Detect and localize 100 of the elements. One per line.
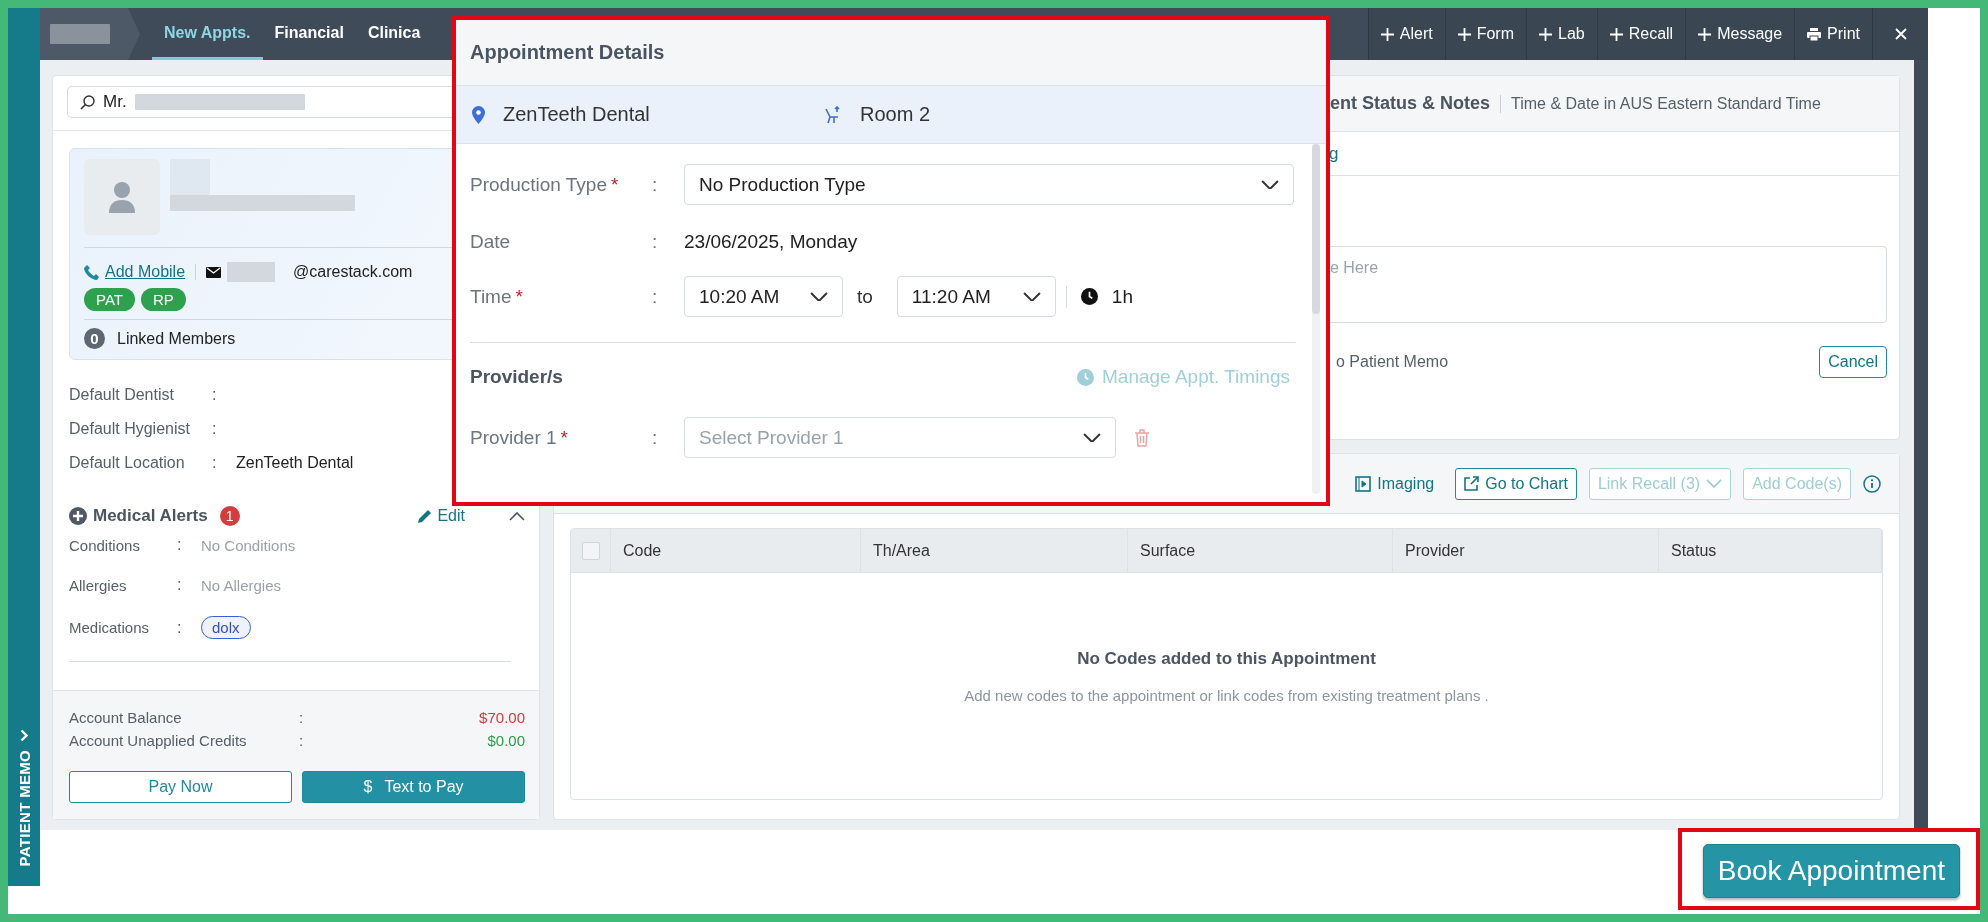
separator-colon: : — [212, 420, 218, 438]
add-mobile-link[interactable]: Add Mobile — [105, 263, 186, 281]
end-time-dropdown[interactable]: 11:20 AM — [896, 276, 1056, 317]
close-icon — [1894, 28, 1907, 40]
chevron-down-icon — [1261, 179, 1279, 190]
scrollbar[interactable] — [1312, 144, 1320, 494]
mail-icon — [206, 266, 222, 278]
field-value: No Allergies — [201, 576, 282, 594]
delete-button[interactable] — [1134, 428, 1150, 447]
phone-icon — [84, 264, 99, 280]
chevron-down-icon — [1083, 432, 1101, 443]
nav-tab[interactable]: Financial — [262, 8, 356, 60]
count-badge: 0 — [84, 328, 105, 349]
pay-now-button[interactable]: Pay Now — [69, 771, 292, 803]
separator-colon: : — [177, 576, 183, 594]
collapse-toggle[interactable] — [509, 511, 525, 521]
amount-value: $70.00 — [479, 709, 525, 726]
separator-colon: : — [652, 231, 659, 253]
panel-title: Appointment Details — [456, 20, 1326, 86]
imaging-link[interactable]: Imaging — [1346, 467, 1444, 500]
field-label: Provider 1 — [470, 426, 557, 449]
add-button[interactable]: Recall — [1596, 8, 1686, 60]
column-header: Surface — [1128, 529, 1393, 572]
add-button[interactable]: Message — [1685, 8, 1795, 60]
field-label: Production Type — [470, 173, 607, 196]
email-domain: @carestack.com — [293, 263, 413, 281]
room-name: Room 2 — [860, 103, 931, 126]
plus-icon — [1609, 27, 1623, 41]
print-button[interactable]: Print — [1794, 8, 1872, 60]
location-pin-icon — [472, 105, 485, 124]
search-icon — [80, 94, 95, 110]
field-label: Conditions — [69, 536, 141, 554]
select-all-checkbox[interactable] — [581, 541, 600, 560]
text-to-pay-button[interactable]: $ Text to Pay — [302, 771, 525, 803]
plus-icon — [1457, 27, 1471, 41]
info-icon — [1863, 474, 1881, 493]
search-value: Mr. — [103, 92, 127, 112]
trash-icon — [1134, 428, 1150, 447]
nav-tab[interactable]: Clinica — [355, 8, 433, 60]
printer-icon — [1807, 27, 1822, 41]
production-type-dropdown[interactable]: No Production Type — [684, 164, 1294, 205]
field-label: Medications — [69, 619, 151, 636]
field-label: Date — [470, 231, 511, 253]
start-time-dropdown[interactable]: 10:20 AM — [684, 276, 843, 317]
clock-icon — [1080, 288, 1098, 305]
empty-state-title: No Codes added to this Appointment — [1077, 648, 1376, 669]
plus-icon — [1698, 27, 1712, 41]
chevron-down-icon — [1022, 291, 1041, 302]
section-title: Medical Alerts — [93, 506, 208, 526]
chevron-down-icon — [810, 291, 828, 302]
book-appointment-button[interactable]: Book Appointment — [1702, 844, 1960, 898]
separator-colon: : — [177, 618, 183, 637]
external-link-icon — [1464, 476, 1480, 491]
field-value: ZenTeeth Dental — [236, 454, 354, 472]
patient-memo-tab[interactable]: PATIENT MEMO — [8, 8, 40, 886]
add-button[interactable]: Form — [1444, 8, 1526, 60]
add-button[interactable]: Lab — [1526, 8, 1597, 60]
medication-tag: dolx — [201, 616, 251, 639]
role-tag: PAT — [84, 288, 135, 311]
role-tag: RP — [140, 288, 186, 311]
empty-state-text: Add new codes to the appointment or link codes from existing treatment plans . — [964, 686, 1489, 704]
separator-colon: : — [652, 285, 659, 308]
column-header: Provider — [1393, 529, 1659, 572]
redacted-block — [227, 262, 276, 282]
field-label: Default Dentist — [69, 386, 175, 404]
column-header: Th/Area — [861, 529, 1128, 572]
duration-value: 1h — [1111, 285, 1133, 308]
linked-members-label: Linked Members — [117, 329, 236, 348]
separator-colon: : — [299, 709, 305, 726]
add-button[interactable]: Alert — [1367, 8, 1445, 60]
field-label: Default Location — [69, 454, 186, 472]
pencil-icon — [418, 509, 433, 523]
cancel-button[interactable]: Cancel — [1819, 346, 1887, 378]
close-button[interactable] — [1872, 8, 1928, 60]
amount-value: $0.00 — [487, 732, 525, 749]
field-label: Account Unapplied Credits — [69, 732, 248, 749]
timezone-note: Time & Date in AUS Eastern Standard Time — [1511, 94, 1821, 113]
edit-button[interactable]: Edit — [412, 506, 471, 526]
required-mark: * — [560, 426, 568, 449]
image-frame-icon — [1355, 475, 1372, 492]
chevron-right-icon — [19, 728, 29, 742]
separator-colon: : — [652, 173, 659, 196]
field-label: Account Balance — [69, 709, 183, 726]
dental-chair-icon — [824, 105, 842, 124]
person-silhouette-icon — [109, 181, 135, 213]
column-header: Code — [611, 529, 861, 572]
field-label: Time — [470, 285, 512, 308]
card-title: ent Status & Notes — [1330, 93, 1491, 114]
separator-colon: : — [212, 454, 218, 472]
field-value: No Conditions — [201, 536, 296, 554]
required-mark: * — [610, 173, 619, 196]
plus-circle-icon — [69, 507, 87, 525]
field-label: Allergies — [69, 576, 128, 594]
separator-colon: : — [177, 536, 183, 554]
range-joiner: to — [857, 285, 873, 308]
chevron-down-icon — [1706, 479, 1723, 488]
separator-colon: : — [299, 732, 305, 749]
toolbar-button[interactable]: Go to Chart — [1455, 467, 1577, 500]
separator-colon: : — [652, 426, 659, 449]
redacted-block — [50, 24, 110, 44]
